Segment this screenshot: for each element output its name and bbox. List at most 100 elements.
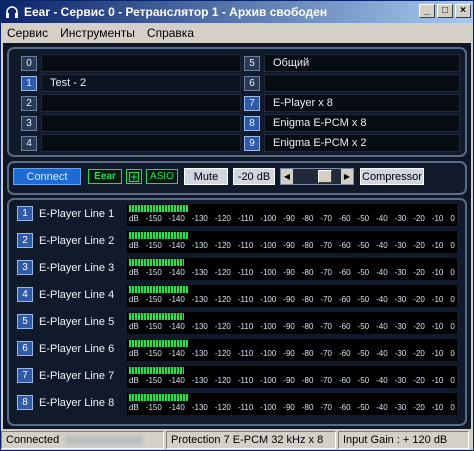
slider-thumb[interactable] (318, 170, 332, 183)
scale-label: -40 (376, 403, 388, 412)
channel-number[interactable]: 4 (21, 135, 37, 151)
title-bar[interactable]: Eear - Сервис 0 - Ретранслятор 1 - Архив… (1, 1, 473, 23)
channel-name[interactable] (41, 54, 241, 72)
scale-label: -60 (338, 295, 351, 304)
channel-row-5[interactable]: 5 Общий (244, 54, 460, 72)
scale-label: -70 (320, 295, 332, 304)
level-meter: dB -150 -140 -130 -120 -110 -100 -90 -80 -70 -60 -5… (127, 366, 457, 388)
scale-label: dB (129, 214, 139, 223)
line-row-2[interactable]: 2 E-Player Line 2 dB -150 -140 -130 -120 -110 -1… (17, 231, 457, 253)
volume-slider[interactable]: ◀ ▶ (280, 168, 354, 185)
line-row-8[interactable]: 8 E-Player Line 8 dB -150 -140 -130 -120 -110 -1… (17, 393, 457, 415)
channel-row-9[interactable]: 9 Enigma E-PCM x 2 (244, 134, 460, 152)
line-number[interactable]: 3 (17, 260, 33, 275)
scale-label: -130 (191, 268, 208, 277)
scale-label: -150 (145, 295, 162, 304)
level-bar (129, 286, 188, 293)
line-row-4[interactable]: 4 E-Player Line 4 dB -150 -140 -130 -120 -110 -1… (17, 285, 457, 307)
channel-number[interactable]: 3 (21, 115, 37, 131)
line-name: E-Player Line 3 (37, 259, 127, 277)
line-name: E-Player Line 7 (37, 367, 127, 385)
sync-icon[interactable] (126, 169, 142, 184)
scale-label: -50 (357, 295, 370, 304)
line-number[interactable]: 7 (17, 368, 33, 383)
scale-label: -100 (260, 295, 277, 304)
close-button[interactable]: × (455, 4, 471, 18)
channel-row-1[interactable]: 1 Test - 2 (21, 74, 241, 92)
minimize-button[interactable]: _ (419, 4, 435, 18)
line-row-6[interactable]: 6 E-Player Line 6 dB -150 -140 -130 -120 -110 -1… (17, 339, 457, 361)
level-bar (129, 232, 188, 239)
channel-number[interactable]: 2 (21, 95, 37, 111)
line-number[interactable]: 6 (17, 341, 33, 356)
channel-row-6[interactable]: 6 (244, 74, 460, 92)
channel-name[interactable]: Enigma E-PCM x 2 (264, 134, 460, 152)
channel-row-2[interactable]: 2 (21, 94, 241, 112)
scale-label: -90 (283, 349, 295, 358)
scale-label: -40 (376, 268, 388, 277)
scale-label: -60 (338, 241, 351, 250)
line-number[interactable]: 1 (17, 206, 33, 221)
channel-name[interactable]: Enigma E-PCM x 8 (264, 114, 460, 132)
scale-label: -40 (376, 295, 388, 304)
scale-label: 0 (450, 214, 455, 223)
menu-tools[interactable]: Инструменты (54, 26, 141, 40)
channel-number[interactable]: 1 (21, 75, 37, 91)
channel-number[interactable]: 8 (244, 115, 260, 131)
channel-number[interactable]: 9 (244, 135, 260, 151)
channel-row-4[interactable]: 4 (21, 134, 241, 152)
line-number[interactable]: 4 (17, 287, 33, 302)
channel-row-8[interactable]: 8 Enigma E-PCM x 8 (244, 114, 460, 132)
scale-label: -50 (357, 214, 370, 223)
channel-row-7[interactable]: 7 E-Player x 8 (244, 94, 460, 112)
level-bar (129, 205, 188, 212)
scale-label: -20 (413, 241, 425, 250)
level-meter: dB -150 -140 -130 -120 -110 -100 -90 -80 -70 -60 -5… (127, 393, 457, 415)
scale-label: -110 (237, 376, 254, 385)
scale-label: -80 (301, 403, 314, 412)
scale-label: -40 (376, 349, 388, 358)
mute-button[interactable]: Mute (184, 168, 228, 185)
scale-label: -70 (320, 241, 332, 250)
channel-number[interactable]: 6 (244, 75, 260, 91)
line-number[interactable]: 5 (17, 314, 33, 329)
channel-number[interactable]: 0 (21, 55, 37, 71)
line-row-5[interactable]: 5 E-Player Line 5 dB -150 -140 -130 -120 -110 -1… (17, 312, 457, 334)
scale-label: -100 (260, 376, 277, 385)
gain-button[interactable]: -20 dB (233, 168, 275, 185)
scale-label: -70 (320, 268, 332, 277)
channel-number[interactable]: 5 (244, 55, 260, 71)
channel-name[interactable] (264, 74, 460, 92)
menu-service[interactable]: Сервис (1, 26, 54, 40)
channel-name[interactable]: Test - 2 (41, 74, 241, 92)
scale-label: -110 (237, 214, 254, 223)
scale-label: dB (129, 349, 139, 358)
channel-name[interactable] (41, 94, 241, 112)
channel-row-0[interactable]: 0 (21, 54, 241, 72)
channel-name[interactable]: E-Player x 8 (264, 94, 460, 112)
slider-right-arrow[interactable]: ▶ (341, 169, 353, 184)
line-number[interactable]: 8 (17, 395, 33, 410)
channel-name[interactable]: Общий (264, 54, 460, 72)
channel-name[interactable] (41, 114, 241, 132)
channel-number[interactable]: 7 (244, 95, 260, 111)
line-number[interactable]: 2 (17, 233, 33, 248)
menu-help[interactable]: Справка (141, 26, 200, 40)
compressor-button[interactable]: Compressor (360, 168, 424, 185)
scale-label: -70 (320, 376, 332, 385)
scale-label: -80 (301, 349, 314, 358)
line-row-3[interactable]: 3 E-Player Line 3 dB -150 -140 -130 -120 -110 -1… (17, 258, 457, 280)
ear-tag: Eear (88, 169, 122, 184)
channel-name[interactable] (41, 134, 241, 152)
line-row-7[interactable]: 7 E-Player Line 7 dB -150 -140 -130 -120 -110 -1… (17, 366, 457, 388)
scale-label: -60 (338, 268, 351, 277)
channel-row-3[interactable]: 3 (21, 114, 241, 132)
connect-button[interactable]: Connect (13, 168, 81, 185)
scale-label: -100 (260, 322, 277, 331)
maximize-button[interactable]: □ (437, 4, 453, 18)
scale-label: -10 (431, 295, 444, 304)
scale-label: 0 (450, 349, 455, 358)
slider-left-arrow[interactable]: ◀ (281, 169, 293, 184)
menu-bar: Сервис Инструменты Справка (1, 23, 473, 42)
line-row-1[interactable]: 1 E-Player Line 1 dB -150 -140 -130 -120 -110 -1… (17, 204, 457, 226)
